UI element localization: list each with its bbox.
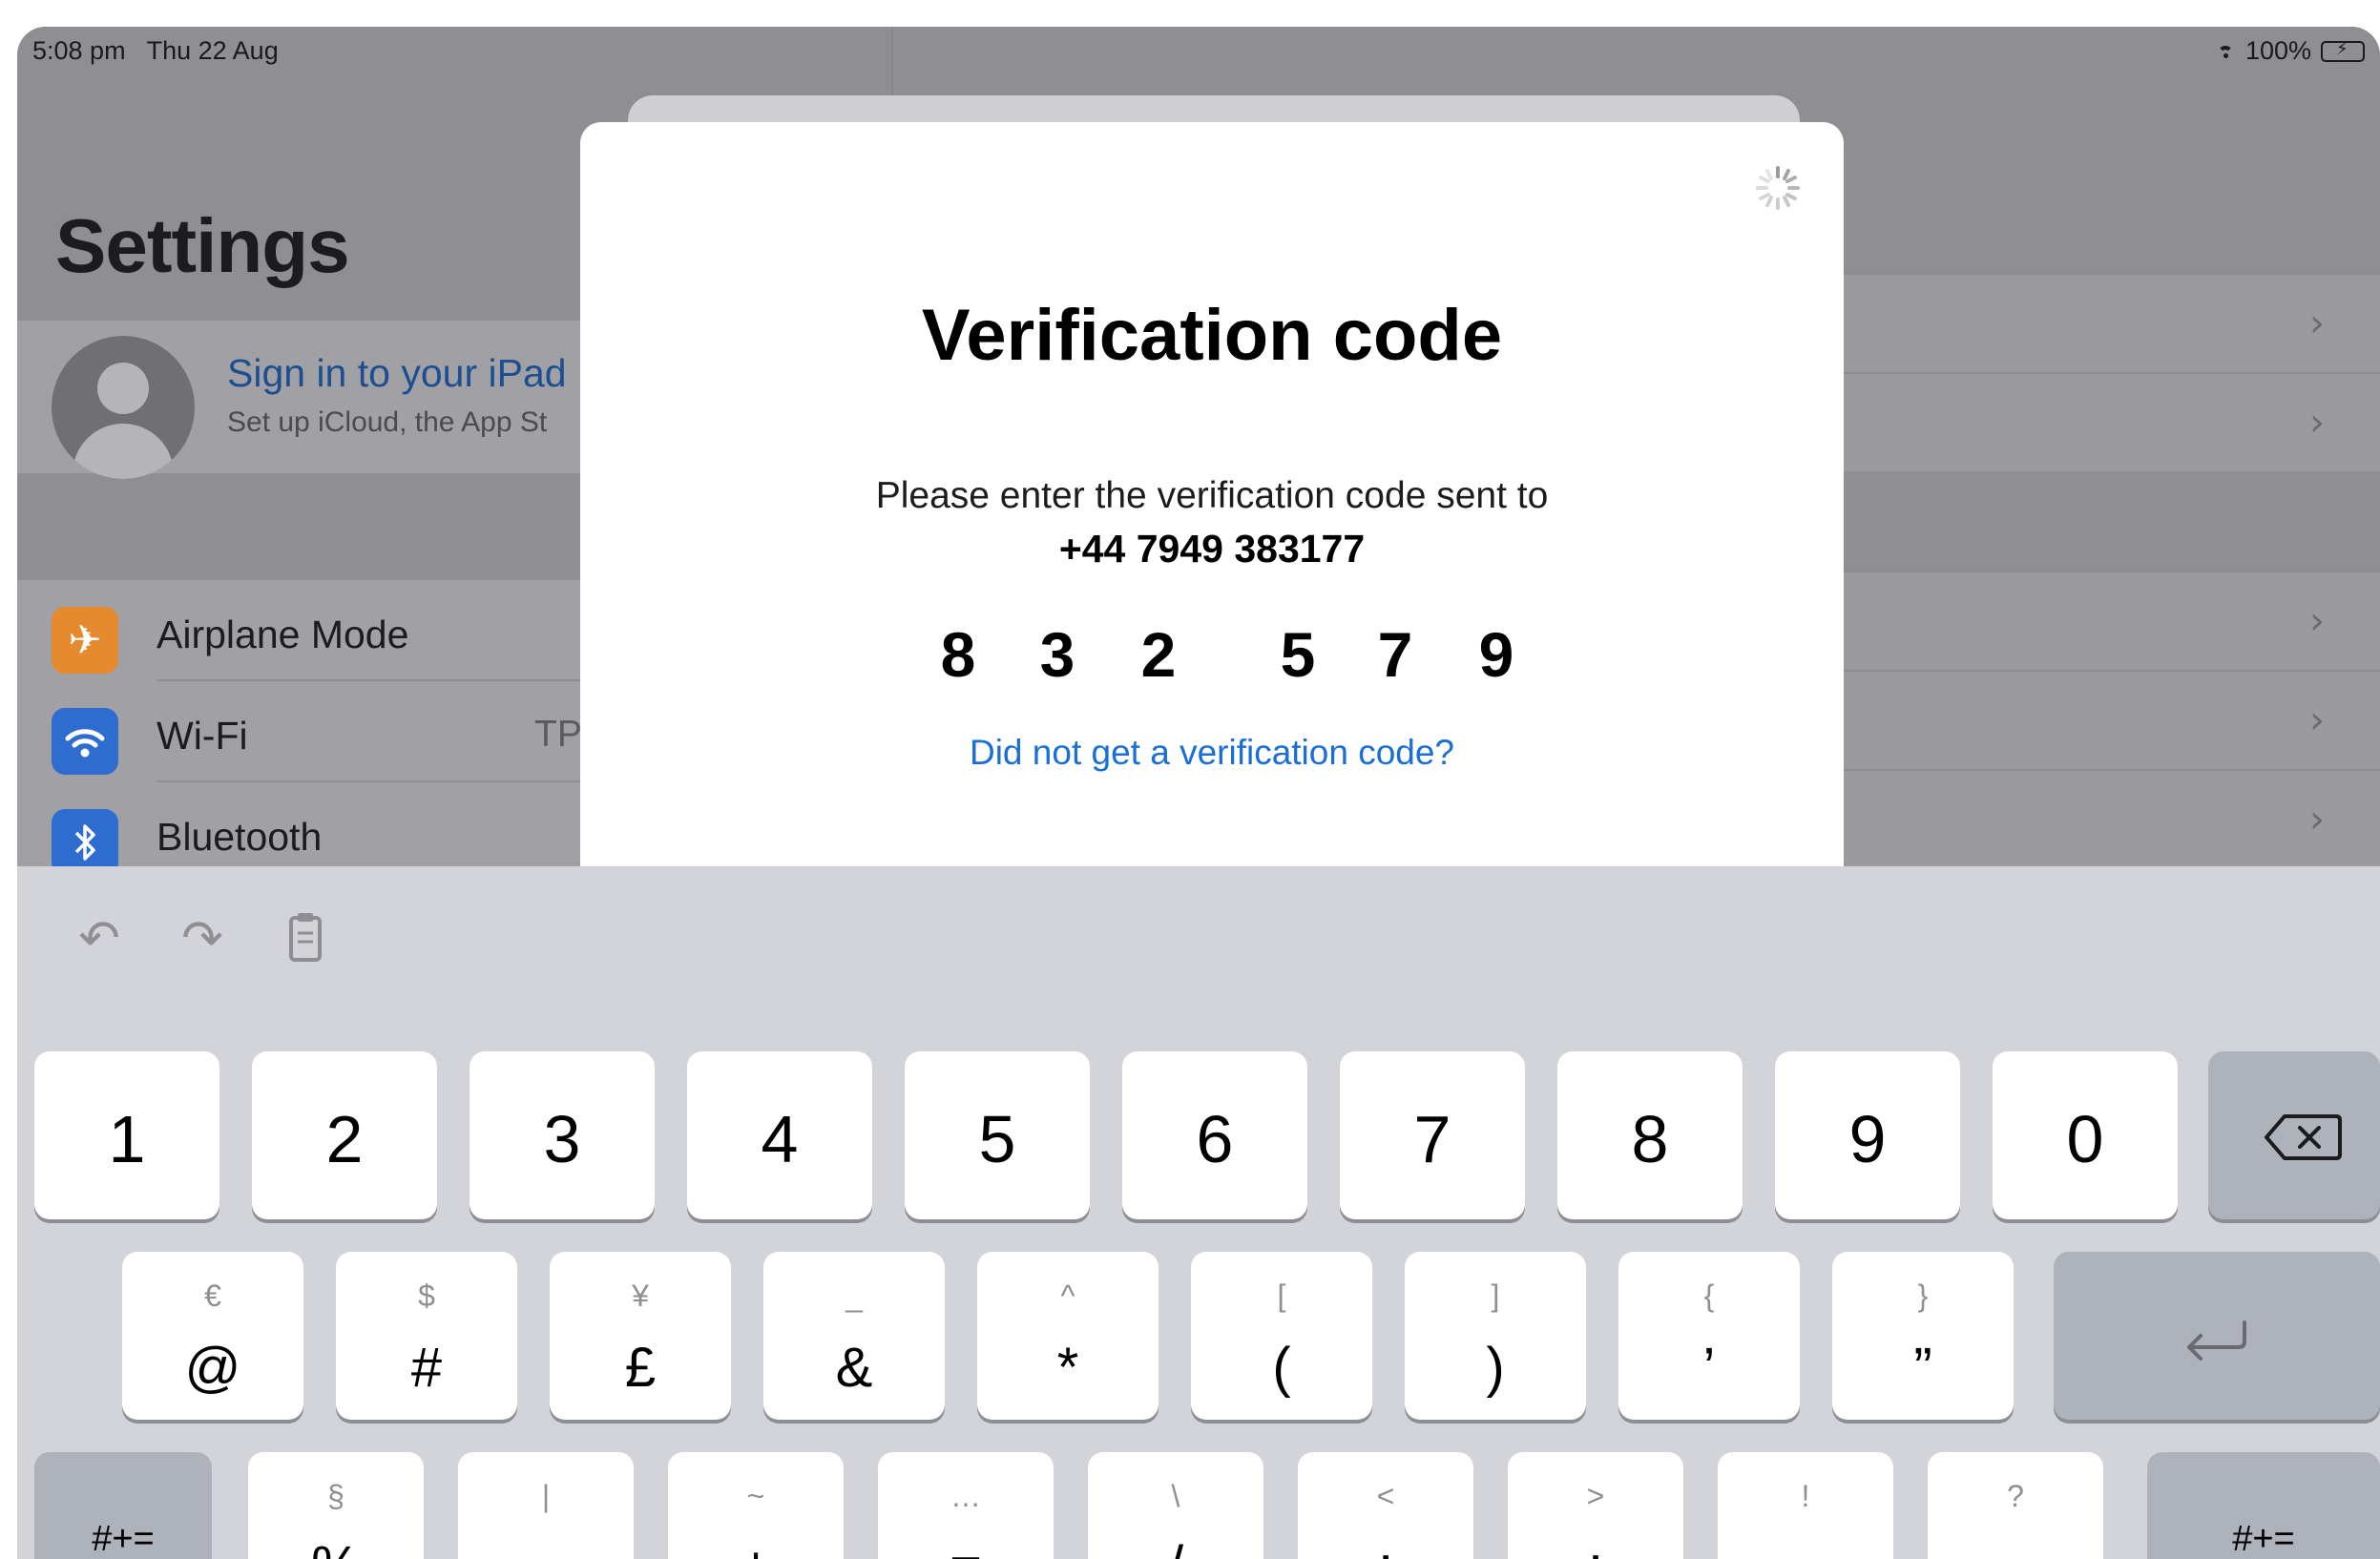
key-ampersand[interactable]: _ & xyxy=(763,1252,945,1420)
keyboard-shortcut-bar: ↶ ↷ xyxy=(17,866,2380,1009)
code-digit: 7 xyxy=(1377,619,1413,690)
status-bar: 5:08 pm Thu 22 Aug 100% xyxy=(17,27,2380,76)
avatar xyxy=(52,336,195,479)
key-2[interactable]: 2 xyxy=(252,1051,437,1219)
ipad-screen: Settings Sign in to your iPad Set up iCl… xyxy=(17,27,2380,1559)
resend-code-link[interactable]: Did not get a verification code? xyxy=(580,733,1844,773)
key-plus[interactable]: ~+ xyxy=(668,1452,844,1559)
code-digit: 2 xyxy=(1140,619,1177,690)
key-1[interactable]: 1 xyxy=(34,1051,219,1219)
verification-dialog: Verification code Please enter the verif… xyxy=(580,122,1844,895)
settings-row-label: Airplane Mode xyxy=(157,613,409,656)
key-at[interactable]: € @ xyxy=(122,1252,303,1420)
key-5[interactable]: 5 xyxy=(905,1051,1090,1219)
code-input[interactable]: 8 3 2 5 7 9 xyxy=(580,618,1844,704)
redo-icon[interactable]: ↷ xyxy=(174,910,231,967)
code-digit: 5 xyxy=(1280,619,1316,690)
settings-row-label: Bluetooth xyxy=(157,815,323,859)
status-date: Thu 22 Aug xyxy=(146,36,279,65)
return-key[interactable] xyxy=(2054,1252,2380,1420)
more-symbols-key-left[interactable]: #+= xyxy=(34,1452,212,1559)
wifi-icon xyxy=(52,708,118,775)
key-quote[interactable]: }” xyxy=(1832,1252,2014,1420)
battery-percent: 100% xyxy=(2244,36,2311,65)
key-7[interactable]: 7 xyxy=(1340,1051,1525,1219)
paste-icon[interactable] xyxy=(277,910,334,967)
phone-number: +44 7949 383177 xyxy=(1058,527,1366,571)
key-hash[interactable]: $ # xyxy=(336,1252,517,1420)
chevron-right-icon: › xyxy=(2309,599,2325,643)
key-percent[interactable]: §% xyxy=(248,1452,424,1559)
chevron-right-icon: › xyxy=(2309,798,2325,842)
sign-in-label: Sign in to your iPad xyxy=(227,351,567,395)
key-4[interactable]: 4 xyxy=(687,1051,872,1219)
key-asterisk[interactable]: ^ * xyxy=(977,1252,1159,1420)
key-apostrophe[interactable]: {’ xyxy=(1618,1252,1800,1420)
chevron-right-icon: › xyxy=(2309,301,2325,345)
page-title: Settings xyxy=(55,203,350,288)
settings-row-label: Wi-Fi xyxy=(157,714,248,758)
status-time: 5:08 pm xyxy=(32,36,126,65)
airplane-icon: ✈ xyxy=(52,607,118,674)
wifi-status-icon xyxy=(2215,44,2236,59)
key-8[interactable]: 8 xyxy=(1557,1051,1743,1219)
battery-icon xyxy=(2321,40,2365,62)
dialog-message: Please enter the verification code sent … xyxy=(875,475,1549,516)
delete-key[interactable] xyxy=(2208,1051,2380,1219)
key-close-paren[interactable]: ]) xyxy=(1405,1252,1586,1420)
key-comma[interactable]: !, xyxy=(1718,1452,1893,1559)
key-pound[interactable]: ¥ £ xyxy=(550,1252,731,1420)
key-period[interactable]: ?. xyxy=(1928,1452,2103,1559)
code-digit: 9 xyxy=(1478,619,1514,690)
dialog-title: Verification code xyxy=(921,295,1503,376)
code-digit: 8 xyxy=(940,619,976,690)
return-icon xyxy=(2180,1317,2252,1369)
delete-icon xyxy=(2264,1112,2342,1167)
loading-spinner-icon xyxy=(1754,164,1802,212)
key-3[interactable]: 3 xyxy=(470,1051,655,1219)
key-0[interactable]: 0 xyxy=(1993,1051,2178,1219)
key-6[interactable]: 6 xyxy=(1122,1051,1307,1219)
key-semicolon[interactable]: <; xyxy=(1298,1452,1473,1559)
on-screen-keyboard: ↶ ↷ 1 2 3 4 5 6 7 8 9 0 € @ $ # ¥ £ _ & ^ * [… xyxy=(17,866,2380,1559)
key-slash[interactable]: \/ xyxy=(1088,1452,1263,1559)
key-colon[interactable]: >: xyxy=(1508,1452,1683,1559)
key-minus[interactable]: |- xyxy=(458,1452,634,1559)
undo-icon[interactable]: ↶ xyxy=(71,910,128,967)
key-open-paren[interactable]: [( xyxy=(1191,1252,1372,1420)
key-9[interactable]: 9 xyxy=(1775,1051,1960,1219)
more-symbols-key-right[interactable]: #+= xyxy=(2147,1452,2380,1559)
key-equals[interactable]: …= xyxy=(878,1452,1054,1559)
chevron-right-icon: › xyxy=(2309,698,2325,742)
chevron-right-icon: › xyxy=(2309,401,2325,445)
sign-in-subtitle: Set up iCloud, the App St xyxy=(227,406,548,438)
code-digit: 3 xyxy=(1039,619,1075,690)
wifi-network-value: TP xyxy=(534,714,582,755)
